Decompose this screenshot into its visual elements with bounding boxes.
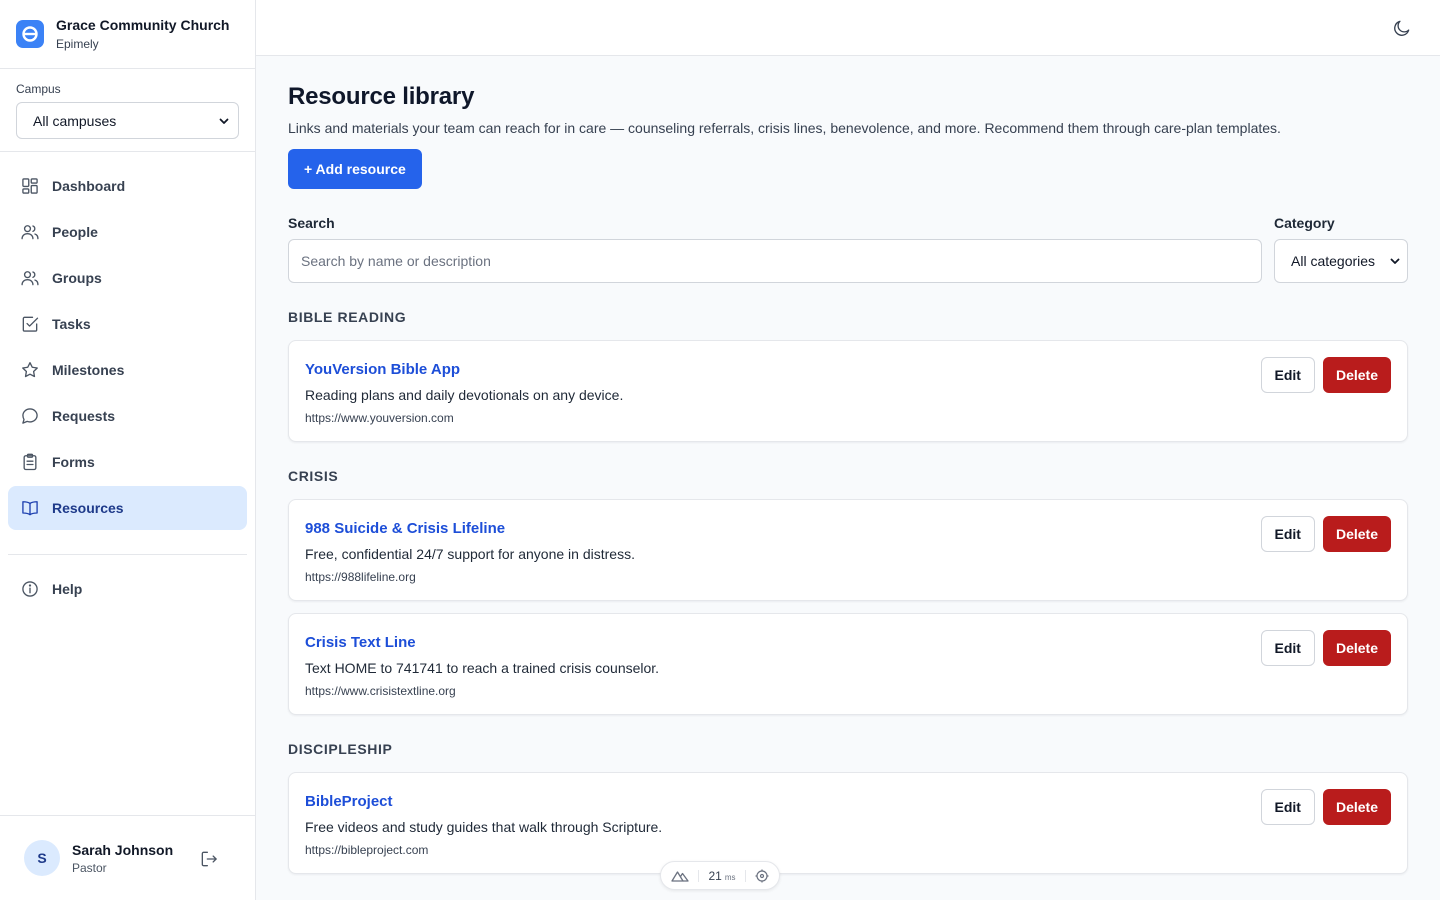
nav-label: Requests xyxy=(52,408,116,424)
tasks-icon xyxy=(22,316,39,332)
crosshair-icon[interactable] xyxy=(755,869,769,883)
nav-item-dashboard[interactable]: Dashboard xyxy=(8,164,247,208)
resource-description: Reading plans and daily devotionals on a… xyxy=(305,387,624,403)
resource-url: https://www.crisistextline.org xyxy=(305,684,456,698)
user-name: Sarah Johnson xyxy=(72,841,174,858)
section-heading: BIBLE READING xyxy=(288,309,407,325)
section-heading: CRISIS xyxy=(288,468,339,484)
app-logo-icon xyxy=(16,20,44,48)
nav-label: Help xyxy=(52,581,83,597)
star-icon xyxy=(22,362,38,378)
groups-icon xyxy=(21,271,39,286)
resource-url: https://www.youversion.com xyxy=(305,411,454,425)
devtools-pill[interactable]: 21 ms xyxy=(660,861,780,890)
add-resource-button[interactable]: + Add resource xyxy=(288,149,422,189)
section-heading: DISCIPLESHIP xyxy=(288,741,393,757)
campus-select[interactable]: All campuses xyxy=(16,102,239,139)
sidebar: Grace Community Church Epimely Campus Al… xyxy=(0,0,256,900)
nav-label: Resources xyxy=(52,500,124,516)
logout-icon[interactable] xyxy=(199,849,219,869)
nav-item-forms[interactable]: Forms xyxy=(8,440,247,484)
resource-title-link[interactable]: Crisis Text Line xyxy=(305,634,1391,651)
edit-button[interactable]: Edit xyxy=(1260,516,1315,552)
chevron-down-icon xyxy=(1390,258,1400,264)
campus-filter: Campus All campuses xyxy=(0,69,255,152)
divider xyxy=(698,869,700,882)
resource-url: https://988lifeline.org xyxy=(305,570,416,584)
campus-label: Campus xyxy=(16,82,61,96)
search-input[interactable]: Search by name or description xyxy=(288,239,1262,283)
moon-icon[interactable] xyxy=(1392,18,1412,38)
nav-label: Forms xyxy=(52,454,95,470)
nav-item-resources[interactable]: Resources xyxy=(8,486,247,530)
chat-bubble-icon xyxy=(22,408,38,424)
chevron-down-icon xyxy=(219,118,229,124)
org-name: Grace Community Church xyxy=(56,17,230,33)
info-icon xyxy=(22,581,38,597)
avatar[interactable]: S xyxy=(24,840,60,876)
resource-title-link[interactable]: 988 Suicide & Crisis Lifeline xyxy=(305,520,1391,537)
delete-button[interactable]: Delete xyxy=(1322,789,1391,825)
divider xyxy=(744,869,746,882)
nav-item-people[interactable]: People xyxy=(8,210,247,254)
campus-select-value: All campuses xyxy=(33,112,117,129)
nav-label: Dashboard xyxy=(52,178,126,194)
top-bar xyxy=(256,0,1440,56)
category-label: Category xyxy=(1274,215,1335,231)
resource-card: Crisis Text Line Text HOME to 741741 to … xyxy=(288,613,1408,715)
page-title: Resource library xyxy=(288,83,475,110)
delete-button[interactable]: Delete xyxy=(1322,516,1391,552)
page-description: Links and materials your team can reach … xyxy=(288,120,1281,136)
brand-header[interactable]: Grace Community Church Epimely xyxy=(0,0,255,69)
edit-button[interactable]: Edit xyxy=(1260,789,1315,825)
category-select[interactable]: All categories xyxy=(1274,239,1408,283)
clipboard-icon xyxy=(23,453,37,471)
book-icon xyxy=(22,501,38,516)
resource-card: YouVersion Bible App Reading plans and d… xyxy=(288,340,1408,442)
dashboard-icon xyxy=(22,178,38,194)
resource-card: 988 Suicide & Crisis Lifeline Free, conf… xyxy=(288,499,1408,601)
nav-item-groups[interactable]: Groups xyxy=(8,256,247,300)
resource-description: Free videos and study guides that walk t… xyxy=(305,819,663,835)
edit-button[interactable]: Edit xyxy=(1260,630,1315,666)
filters: Search Search by name or description Cat… xyxy=(288,215,1408,283)
nav-label: People xyxy=(52,224,98,240)
nav-label: Milestones xyxy=(52,362,125,378)
resource-card: BibleProject Free videos and study guide… xyxy=(288,772,1408,874)
delete-button[interactable]: Delete xyxy=(1322,357,1391,393)
user-profile: S Sarah Johnson Pastor xyxy=(0,815,255,900)
nav-item-help[interactable]: Help xyxy=(8,567,247,611)
resource-title-link[interactable]: YouVersion Bible App xyxy=(305,361,1391,378)
people-icon xyxy=(21,225,39,240)
edit-button[interactable]: Edit xyxy=(1260,357,1315,393)
render-time: 21 ms xyxy=(708,868,736,883)
resource-title-link[interactable]: BibleProject xyxy=(305,793,1391,810)
user-role: Pastor xyxy=(72,860,107,875)
nav-label: Groups xyxy=(52,270,102,286)
resource-url: https://bibleproject.com xyxy=(305,843,429,857)
main-content: Resource library Links and materials you… xyxy=(288,56,1408,886)
resource-description: Free, confidential 24/7 support for anyo… xyxy=(305,546,635,562)
main-nav: Dashboard People Groups Tasks Milestones… xyxy=(0,152,255,530)
category-select-value: All categories xyxy=(1291,253,1376,269)
nuxt-logo-icon xyxy=(671,870,689,882)
nav-divider xyxy=(8,554,247,555)
delete-button[interactable]: Delete xyxy=(1322,630,1391,666)
nav-label: Tasks xyxy=(52,316,91,332)
nav-item-requests[interactable]: Requests xyxy=(8,394,247,438)
app-name: Epimely xyxy=(56,37,99,51)
nav-item-milestones[interactable]: Milestones xyxy=(8,348,247,392)
nav-item-tasks[interactable]: Tasks xyxy=(8,302,247,346)
search-label: Search xyxy=(288,215,335,231)
resource-description: Text HOME to 741741 to reach a trained c… xyxy=(305,660,660,676)
